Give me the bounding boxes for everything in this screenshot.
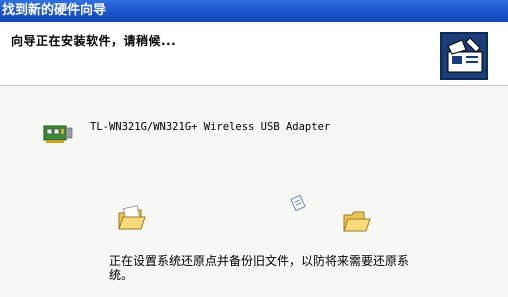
status-message: 正在设置系统还原点并备份旧文件，以防将来需要还原系统。: [109, 254, 410, 282]
header-text: 向导正在安装软件，请稍候...: [11, 34, 177, 48]
open-folder-icon: [118, 205, 146, 230]
wizard-header: 向导正在安装软件，请稍候...: [0, 22, 508, 86]
device-name: TL-WN321G/WN321G+ Wireless USB Adapter: [90, 121, 331, 133]
hardware-wizard-window: 找到新的硬件向导 向导正在安装软件，请稍候... TL-WN321G/WN321…: [0, 0, 508, 297]
window-title: 找到新的硬件向导: [2, 3, 107, 18]
folder-icon: [343, 211, 371, 232]
hardware-wizard-icon: [440, 32, 488, 80]
network-adapter-icon: [43, 125, 73, 143]
title-bar[interactable]: 找到新的硬件向导: [0, 0, 508, 22]
flying-document-icon: [290, 194, 306, 212]
